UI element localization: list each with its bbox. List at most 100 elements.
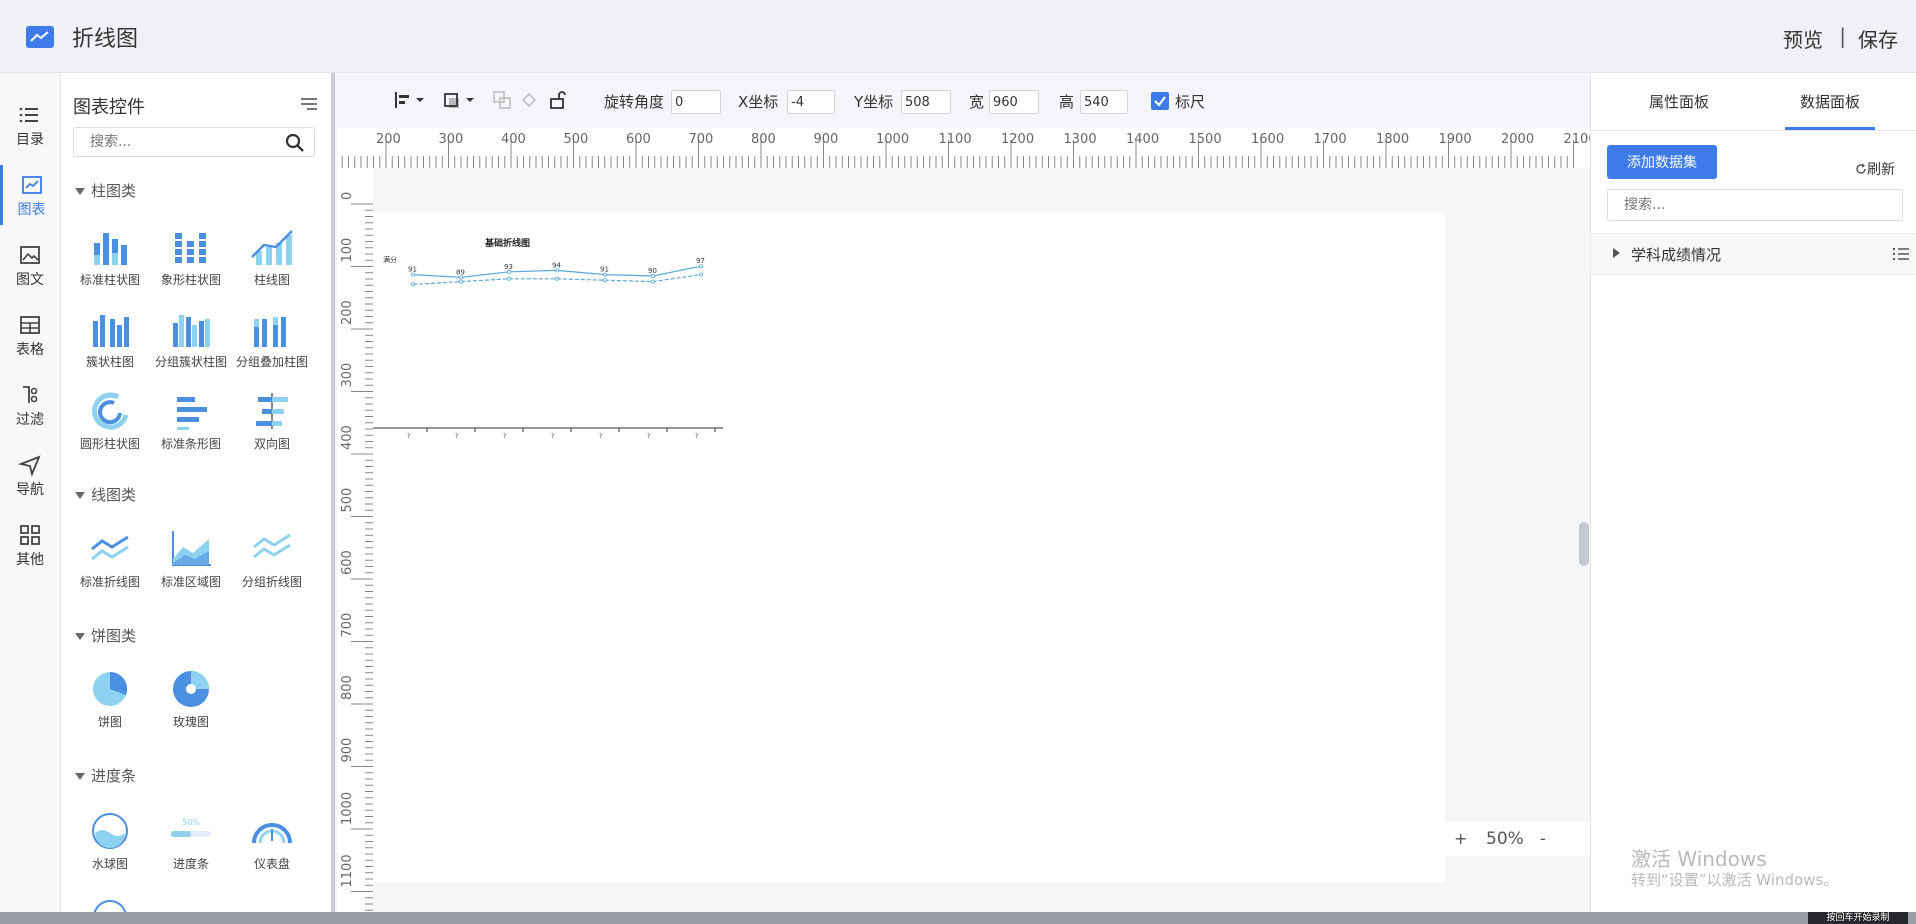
- svg-text:50%: 50%: [182, 818, 200, 827]
- search-icon[interactable]: [285, 133, 305, 153]
- ruler-label: 1900: [1439, 132, 1472, 147]
- widget-standard-line[interactable]: 标准折线图: [70, 529, 150, 590]
- widget-group-line[interactable]: 分组折线图: [232, 529, 312, 590]
- tab-divider: [1591, 130, 1916, 131]
- nav-item-table[interactable]: 表格: [0, 305, 60, 365]
- nav-label: 图表: [17, 202, 46, 218]
- layer-icon[interactable]: [443, 90, 463, 110]
- widget-pie[interactable]: 饼图: [70, 669, 150, 730]
- widget-bidirectional[interactable]: 双向图: [232, 391, 312, 452]
- widget-search-input[interactable]: [73, 127, 315, 157]
- list-icon: [19, 107, 38, 123]
- ruler-label: 1000: [340, 792, 355, 825]
- nav-item-image-text[interactable]: 图文: [0, 235, 60, 295]
- group-icon[interactable]: [492, 90, 512, 110]
- save-button[interactable]: 保存: [1858, 24, 1898, 53]
- nav-item-other[interactable]: 其他: [0, 515, 60, 575]
- nav-item-catalog[interactable]: 目录: [0, 95, 60, 155]
- liquid-ball-icon: [92, 813, 128, 849]
- vertical-scrollbar[interactable]: [1579, 522, 1589, 566]
- pictorial-bar-icon: [175, 233, 206, 263]
- widget-bar-line[interactable]: 柱线图: [232, 227, 312, 288]
- bar-chart-icon: [94, 233, 127, 265]
- category-line[interactable]: 线图类: [75, 484, 136, 505]
- chart-title: 基础折线图: [484, 237, 530, 249]
- unlock-icon[interactable]: [548, 90, 568, 110]
- widget-group-cluster-bar[interactable]: 分组簇状柱图: [151, 309, 231, 370]
- ruler-label: 1500: [1189, 132, 1222, 147]
- collapse-menu-icon[interactable]: [301, 97, 317, 111]
- ruler-label: 1000: [876, 132, 909, 147]
- canvas-area[interactable]: 基础折线图满分????????91899394919097: [373, 168, 1590, 924]
- table-icon: [20, 316, 40, 334]
- ruler-label: 700: [340, 613, 355, 638]
- zoom-in-button[interactable]: +: [1454, 829, 1467, 848]
- nav-label: 图文: [16, 272, 44, 288]
- record-hint: 按回车开始录制: [1808, 912, 1908, 924]
- ruler-label: 500: [564, 132, 589, 147]
- category-pie[interactable]: 饼图类: [75, 625, 136, 646]
- nav-item-chart[interactable]: 图表: [0, 165, 60, 225]
- ruler-label: 1600: [1251, 132, 1284, 147]
- dataset-row[interactable]: 学科成绩情况: [1591, 233, 1916, 275]
- category-progress[interactable]: 进度条: [75, 765, 136, 786]
- ruler-label: 200: [376, 132, 401, 147]
- tab-data[interactable]: 数据面板: [1800, 91, 1860, 112]
- widget-circular-bar[interactable]: 圆形柱状图: [70, 391, 150, 452]
- rotate-input[interactable]: [671, 90, 721, 114]
- ruler-checkbox[interactable]: [1151, 92, 1169, 110]
- chevron-down-icon[interactable]: [465, 90, 475, 110]
- toolbar: 旋转角度 X坐标 Y坐标 宽 高 标尺: [337, 80, 1587, 122]
- refresh-button[interactable]: 刷新: [1855, 159, 1895, 179]
- ruler-label: 300: [439, 132, 464, 147]
- y-input[interactable]: [901, 90, 951, 114]
- category-bar[interactable]: 柱图类: [75, 180, 136, 201]
- hbar-icon: [177, 397, 207, 430]
- data-point: [650, 279, 655, 284]
- preview-button[interactable]: 预览: [1783, 24, 1823, 53]
- x-input[interactable]: [787, 90, 835, 114]
- widget-pictorial-bar[interactable]: 象形柱状图: [151, 227, 231, 288]
- caret-right-icon[interactable]: [1613, 248, 1620, 258]
- ungroup-icon[interactable]: [520, 90, 540, 110]
- ruler-label: 1200: [1001, 132, 1034, 147]
- widget-group-stack-bar[interactable]: 分组叠加柱图: [232, 309, 312, 370]
- dataset-search-input[interactable]: [1607, 189, 1903, 221]
- widget-gauge[interactable]: 仪表盘: [232, 811, 312, 872]
- data-point: [698, 272, 703, 277]
- taskbar-strip: [0, 912, 1916, 924]
- tab-properties[interactable]: 属性面板: [1649, 91, 1709, 112]
- widget-liquid[interactable]: 水球图: [70, 811, 150, 872]
- nav-item-filter[interactable]: 过滤: [0, 375, 60, 435]
- ruler-label: 600: [340, 550, 355, 575]
- align-left-icon[interactable]: [393, 90, 413, 110]
- y-label: Y坐标: [854, 93, 894, 111]
- widget-standard-bar[interactable]: 标准柱状图: [70, 227, 150, 288]
- nav-item-navigation[interactable]: 导航: [0, 445, 60, 505]
- line-chart[interactable]: 基础折线图满分????????91899394919097: [373, 212, 733, 462]
- x-tick-label: ?: [647, 433, 650, 440]
- widget-rose[interactable]: 玫瑰图: [151, 669, 231, 730]
- width-input[interactable]: [989, 90, 1039, 114]
- data-point: [554, 276, 559, 281]
- x-tick-label: ?: [407, 433, 410, 440]
- rose-chart-icon: [173, 671, 209, 707]
- zoom-out-button[interactable]: -: [1540, 829, 1546, 848]
- ruler-label: 700: [689, 132, 714, 147]
- group-line-icon: [253, 533, 291, 559]
- ruler-label: 2100: [1564, 132, 1591, 147]
- rotate-label: 旋转角度: [604, 93, 665, 111]
- widget-progress-bar[interactable]: 50% 进度条: [151, 811, 231, 872]
- nav-label: 导航: [16, 482, 44, 498]
- header-divider: |: [1839, 24, 1846, 48]
- widget-standard-hbar[interactable]: 标准条形图: [151, 391, 231, 452]
- zoom-control: + 50% -: [1440, 822, 1600, 856]
- check-icon: [1154, 96, 1166, 107]
- canvas-page[interactable]: 基础折线图满分????????91899394919097: [373, 212, 1445, 882]
- widget-standard-area[interactable]: 标准区域图: [151, 529, 231, 590]
- widget-cluster-bar[interactable]: 簇状柱图: [70, 309, 150, 370]
- height-input[interactable]: [1080, 90, 1128, 114]
- list-icon[interactable]: [1893, 247, 1909, 261]
- chevron-down-icon[interactable]: [415, 90, 425, 110]
- add-dataset-button[interactable]: 添加数据集: [1607, 145, 1717, 179]
